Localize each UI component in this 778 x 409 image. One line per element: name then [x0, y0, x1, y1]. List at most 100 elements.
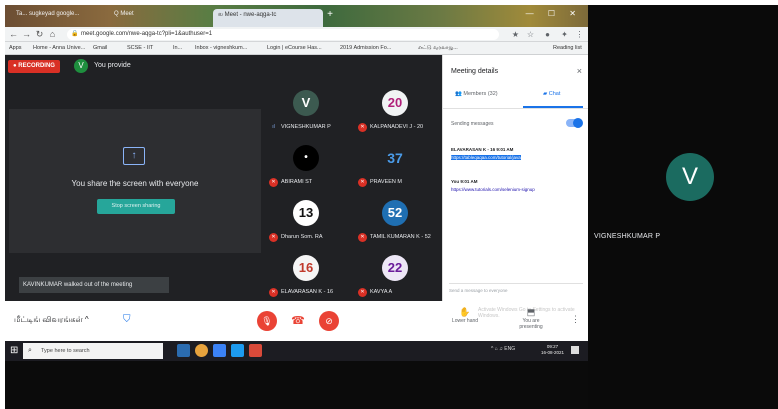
reload-icon[interactable]: ↻	[34, 29, 45, 40]
participant-name: TAMIL KUMARAN K - 52	[370, 234, 431, 240]
close-icon[interactable]: ×	[577, 66, 582, 76]
participant-tile[interactable]: 20 ✕ KALPANADEVI J - 20	[352, 82, 440, 137]
edge-icon[interactable]	[231, 344, 244, 357]
chat-sender: You 9:01 AM	[451, 179, 478, 184]
bookmark-item[interactable]: Reading list	[553, 44, 582, 53]
participant-tile[interactable]: 13 ✕ Dharun Som. RA	[263, 192, 351, 247]
address-text: meet.google.com/nwe-aqga-tc?pli=1&authus…	[81, 31, 213, 37]
avatar: V	[74, 59, 88, 73]
avatar: 37	[382, 145, 408, 171]
avatar: 52	[382, 200, 408, 226]
participant-tile[interactable]: 16 ✕ ELAVARASAN K - 16	[263, 247, 351, 302]
camera-toggle-button[interactable]: ⊘	[319, 311, 339, 331]
browser-toolbar: ← → ↻ ⌂ 🔒 meet.google.com/nwe-aqga-tc?pl…	[5, 27, 588, 42]
avatar: 16	[293, 255, 319, 281]
home-icon[interactable]: ⌂	[47, 29, 58, 40]
app-icon[interactable]	[249, 344, 262, 357]
chat-message-link[interactable]: https://www.tutorials.com/selenium-signu…	[451, 187, 535, 192]
presenter-label: You provide	[94, 62, 131, 69]
extension-icon[interactable]: ★	[510, 29, 521, 40]
chat-toggle[interactable]	[566, 118, 583, 128]
browser-tab-active[interactable]: ல Meet - nwe-aqga-tc	[213, 9, 323, 27]
profile-icon[interactable]: ●	[542, 29, 553, 40]
avatar: 22	[382, 255, 408, 281]
hand-icon: ✋	[459, 307, 471, 317]
meeting-details-panel: Meeting details × 👥 Members (32) ▰ Chat …	[442, 55, 589, 301]
bookmark-item[interactable]: எட்டு வரலாறு...	[418, 44, 458, 53]
stop-sharing-button[interactable]: Stop screen sharing	[97, 199, 175, 214]
raise-hand-label: Lower hand	[451, 318, 479, 324]
present-screen-icon: ↑	[123, 147, 145, 165]
panel-title: Meeting details	[451, 68, 499, 75]
participant-name: Dharun Som. RA	[281, 234, 323, 240]
file-explorer-icon[interactable]	[213, 344, 226, 357]
meeting-details-toggle[interactable]: மீட்டிங் விவரங்கள் ^	[14, 315, 89, 325]
bookmark-item[interactable]: SCSE - IIT	[127, 44, 153, 53]
participant-tile[interactable]: 37 ✕ PRAVEEN M	[352, 137, 440, 192]
mic-off-icon: 🎙	[261, 316, 273, 326]
bookmark-item[interactable]: Inbox - vigneshkum...	[195, 44, 247, 53]
bookmark-icon[interactable]: ☆	[525, 29, 536, 40]
present-button[interactable]: ⬒ You are presenting	[513, 307, 549, 330]
windows-start-icon[interactable]: ⊞	[10, 345, 21, 356]
task-view-icon[interactable]	[177, 344, 190, 357]
present-icon: ⬒	[526, 307, 536, 317]
participant-name: VIGNESHKUMAR P	[281, 124, 331, 130]
clock-date: 16-08-2021	[541, 350, 565, 355]
meeting-controls-bar: மீட்டிங் விவரங்கள் ^ ⛉ 🎙 ☎ ⊘ Activate Wi…	[5, 301, 588, 341]
avatar: 20	[382, 90, 408, 116]
new-tab-button[interactable]: +	[324, 9, 336, 21]
mic-off-icon: ✕	[269, 178, 278, 187]
recording-badge: ● RECORDING	[8, 60, 60, 73]
screen-share-panel: ↑ You share the screen with everyone Sto…	[9, 109, 261, 253]
participant-name: ELAVARASAN K - 16	[281, 289, 334, 295]
mic-off-icon: ✕	[358, 123, 367, 132]
forward-icon[interactable]: →	[21, 29, 32, 40]
bookmark-item[interactable]: In...	[173, 44, 182, 53]
raise-hand-button[interactable]: ✋ Lower hand	[450, 307, 480, 324]
avatar: V	[666, 153, 714, 201]
taskbar-clock[interactable]: 09:27 16-08-2021	[541, 344, 564, 356]
avatar: •	[293, 145, 319, 171]
more-options-icon[interactable]: ⋮	[571, 314, 580, 325]
tab-chat[interactable]: ▰ Chat	[543, 91, 560, 97]
browser-tab[interactable]: Ta... sugkeyad google...	[11, 8, 109, 24]
participant-tile[interactable]: 52 ✕ TAMIL KUMARAN K - 52	[352, 192, 440, 247]
browser-tab[interactable]: Q Meet	[109, 8, 163, 24]
mic-off-icon: ✕	[358, 178, 367, 187]
screenshot-frame: Ta... sugkeyad google... Q Meet ல Meet -…	[5, 5, 778, 409]
participant-name: KALPANADEVI J - 20	[370, 124, 424, 130]
participant-name: KAVYA A	[370, 289, 393, 295]
search-placeholder: Type here to search	[41, 348, 90, 354]
participant-tile[interactable]: 22 ✕ KAVYA A	[352, 247, 440, 302]
chat-sender: ELAVARASAN K - 16 9:01 AM	[451, 147, 514, 152]
bookmark-item[interactable]: 2019 Admission Fo...	[340, 44, 391, 53]
avatar: 13	[293, 200, 319, 226]
leave-call-button[interactable]: ☎	[288, 311, 308, 331]
bookmark-item[interactable]: Apps	[9, 44, 22, 53]
chrome-icon[interactable]	[195, 344, 208, 357]
tab-members[interactable]: 👥 Members (32)	[455, 91, 498, 97]
chat-message-link[interactable]: https://tableqaqaa.com/tutorial/java	[451, 155, 521, 160]
shield-icon[interactable]: ⛉	[123, 314, 133, 326]
bookmark-item[interactable]: Login | eCourse Has...	[267, 44, 322, 53]
bookmark-item[interactable]: Home - Anna Unive...	[33, 44, 85, 53]
mic-off-icon: ✕	[358, 288, 367, 297]
address-bar[interactable]: 🔒 meet.google.com/nwe-aqga-tc?pli=1&auth…	[67, 29, 499, 40]
back-icon[interactable]: ←	[8, 29, 19, 40]
bookmark-item[interactable]: Gmail	[93, 44, 107, 53]
menu-icon[interactable]: ⋮	[574, 29, 585, 40]
participant-tile[interactable]: • ✕ ABIRAMI ST	[263, 137, 351, 192]
mic-off-icon: ✕	[269, 288, 278, 297]
browser-tab-bar: Ta... sugkeyad google... Q Meet ல Meet -…	[5, 5, 588, 27]
system-tray[interactable]: ^ ⌂ ♫ ENG	[491, 346, 515, 352]
participant-tile[interactable]: V ıl VIGNESHKUMAR P	[263, 82, 351, 137]
taskbar-search[interactable]: ⌕ Type here to search	[23, 343, 163, 359]
chat-input[interactable]: Send a message to everyone	[449, 283, 583, 293]
self-view-panel: V VIGNESHKUMAR P	[588, 5, 778, 409]
window-controls[interactable]: — ☐ ✕	[526, 9, 582, 18]
puzzle-icon[interactable]: ✦	[559, 29, 570, 40]
mic-toggle-button[interactable]: 🎙	[257, 311, 277, 331]
participant-name: ABIRAMI ST	[281, 179, 313, 185]
notification-icon[interactable]	[571, 346, 579, 354]
